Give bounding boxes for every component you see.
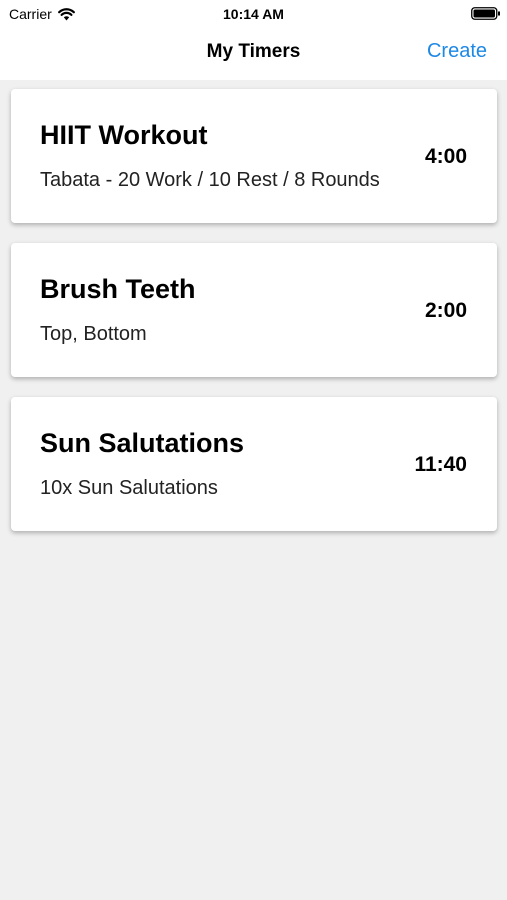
timer-title: HIIT Workout (40, 120, 208, 150)
navigation-bar: My Timers Create (0, 28, 507, 80)
battery-icon (471, 7, 500, 20)
timer-title: Brush Teeth (40, 274, 196, 304)
timer-duration: 2:00 (424, 299, 467, 322)
header-area: Carrier 10:14 AM My Timers Create (0, 0, 507, 80)
timer-card-brush-teeth[interactable]: Brush Teeth Top, Bottom 2:00 (11, 243, 497, 377)
timer-card-sun-salutations[interactable]: Sun Salutations 10x Sun Salutations 11:4… (11, 397, 497, 531)
timer-subtitle: 10x Sun Salutations (40, 477, 218, 499)
status-bar: Carrier 10:14 AM (0, 0, 507, 28)
timer-title: Sun Salutations (40, 428, 245, 458)
timer-duration: 11:40 (414, 453, 467, 476)
status-time: 10:14 AM (223, 6, 284, 22)
timer-subtitle: Top, Bottom (40, 323, 147, 345)
timer-subtitle: Tabata - 20 Work / 10 Rest / 8 Rounds (40, 169, 380, 191)
timer-list: HIIT Workout Tabata - 20 Work / 10 Rest … (11, 89, 497, 551)
create-button[interactable]: Create (427, 40, 487, 63)
timer-duration: 4:00 (424, 145, 467, 168)
timer-card-hiit-workout[interactable]: HIIT Workout Tabata - 20 Work / 10 Rest … (11, 89, 497, 223)
